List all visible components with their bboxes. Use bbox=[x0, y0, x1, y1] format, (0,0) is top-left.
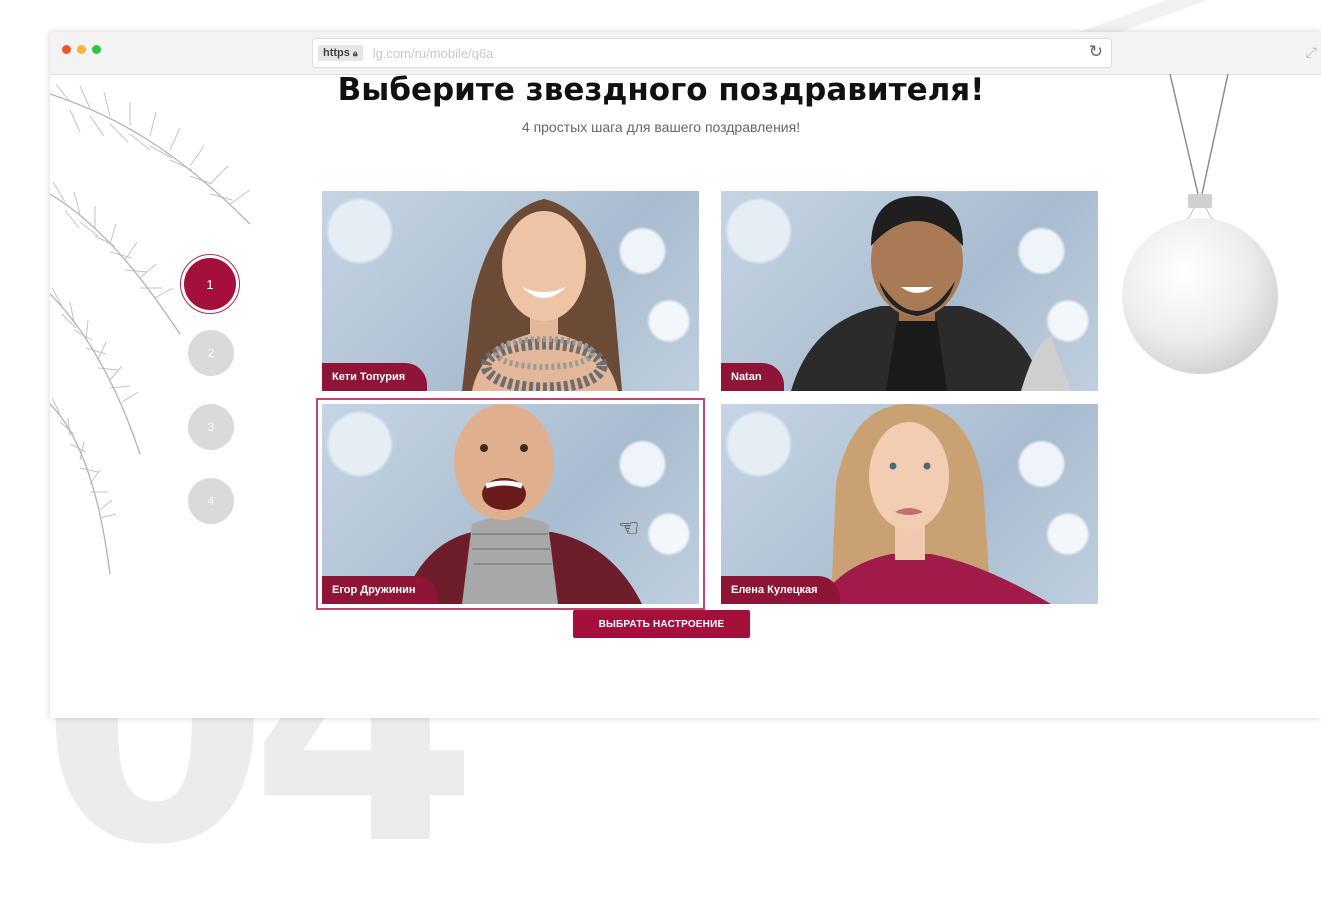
celebrity-name-4: Елена Кулецкая bbox=[721, 576, 840, 604]
celebrity-card-2[interactable]: Natan bbox=[721, 191, 1098, 391]
celebrity-card-1[interactable]: Кети Топурия bbox=[322, 191, 699, 391]
address-bar[interactable]: https 🔒︎ lg.com/ru/mobile/q6a ↻ bbox=[312, 38, 1112, 68]
page-subtitle: 4 простых шага для вашего поздравления! bbox=[521, 119, 801, 135]
celebrity-portrait-4 bbox=[817, 404, 1051, 604]
step-4[interactable]: 4 bbox=[188, 478, 234, 524]
celebrity-card-3[interactable]: Егор Дружинин ☜ bbox=[316, 398, 705, 610]
expand-icon[interactable]: ⤢ bbox=[1306, 44, 1317, 61]
url-text: lg.com/ru/mobile/q6a bbox=[372, 45, 494, 61]
step-3[interactable]: 3 bbox=[188, 404, 234, 450]
page-title: Выберите звездного поздравителя! bbox=[337, 72, 985, 108]
browser-titlebar: https 🔒︎ lg.com/ru/mobile/q6a ↻ ⤢ bbox=[50, 32, 1321, 75]
hand-cursor-icon: ☜ bbox=[618, 515, 640, 542]
protocol-label: https bbox=[323, 47, 350, 59]
pine-branch-decoration bbox=[50, 83, 251, 575]
protocol-badge: https 🔒︎ bbox=[318, 45, 363, 61]
lock-icon: 🔒︎ bbox=[352, 47, 358, 58]
step-1[interactable]: 1 bbox=[180, 254, 240, 314]
celebrity-portrait-1 bbox=[462, 199, 622, 391]
window-controls bbox=[62, 45, 101, 54]
celebrity-name-1: Кети Топурия bbox=[322, 363, 428, 391]
celebrity-name-2: Natan bbox=[721, 363, 784, 391]
reload-icon[interactable]: ↻ bbox=[1089, 42, 1103, 62]
celebrity-portrait-3 bbox=[402, 404, 642, 604]
celebrity-portrait-2 bbox=[791, 196, 1071, 391]
minimize-window-dot[interactable] bbox=[77, 45, 86, 54]
step-2[interactable]: 2 bbox=[188, 330, 234, 376]
maximize-window-dot[interactable] bbox=[92, 45, 101, 54]
celebrity-name-3: Егор Дружинин bbox=[322, 576, 438, 604]
step-1-label: 1 bbox=[184, 258, 236, 310]
choose-mood-button[interactable]: ВЫБРАТЬ НАСТРОЕНИЕ bbox=[573, 610, 750, 638]
close-window-dot[interactable] bbox=[62, 45, 71, 54]
celebrity-card-4[interactable]: Елена Кулецкая bbox=[721, 404, 1098, 604]
